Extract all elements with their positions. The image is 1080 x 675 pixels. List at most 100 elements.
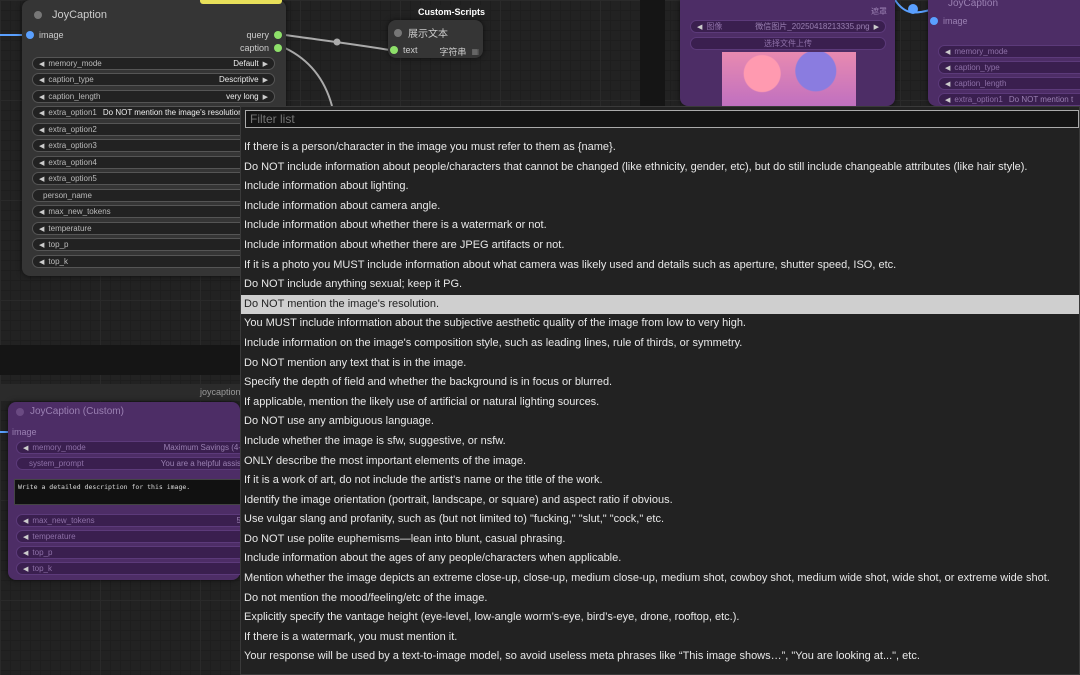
node-header[interactable]: JoyCaption (Custom) [16, 406, 124, 417]
arrow-left-icon[interactable]: ◀ [39, 241, 44, 249]
collapse-dot-icon[interactable] [34, 11, 42, 19]
arrow-left-icon[interactable]: ◀ [39, 142, 44, 150]
option-item[interactable]: Include information about camera angle. [241, 197, 1079, 217]
arrow-left-icon[interactable]: ◀ [23, 444, 28, 452]
query-output-slot[interactable]: query [246, 30, 282, 40]
text-input-slot[interactable]: text [390, 45, 418, 55]
arrow-right-icon[interactable]: ▶ [263, 76, 268, 84]
arrow-right-icon[interactable]: ▶ [874, 23, 879, 31]
max-new-tokens-number[interactable]: ◀ max_new_tokens 5 [16, 514, 248, 527]
option-item[interactable]: If there is a watermark, you must mentio… [241, 628, 1079, 648]
input-dot-icon[interactable] [26, 31, 34, 39]
collapse-dot-icon[interactable] [16, 407, 24, 416]
prompt-textarea[interactable]: Write a detailed description for this im… [14, 479, 248, 505]
temperature-number[interactable]: ◀ temperature [16, 530, 248, 543]
image-input-slot[interactable]: image [12, 427, 37, 437]
arrow-left-icon[interactable]: ◀ [39, 225, 44, 233]
extra-option1-combo[interactable]: ◀ extra_option1 Do NOT mention the image'… [32, 106, 275, 119]
extra-option2-combo[interactable]: ◀ extra_option2 [32, 123, 275, 136]
extra-option5-combo[interactable]: ◀ extra_option5 [32, 172, 275, 185]
arrow-left-icon[interactable]: ◀ [39, 175, 44, 183]
option-item[interactable]: Include whether the image is sfw, sugges… [241, 432, 1079, 452]
arrow-left-icon[interactable]: ◀ [23, 533, 28, 541]
caption-length-combo[interactable]: ◀ caption_length [938, 77, 1080, 90]
person-name-field[interactable]: person_name [32, 189, 275, 202]
option-item[interactable]: Specify the depth of field and whether t… [241, 373, 1079, 393]
arrow-left-icon[interactable]: ◀ [23, 517, 28, 525]
arrow-left-icon[interactable]: ◀ [945, 96, 950, 104]
node-header[interactable]: JoyCaption [22, 0, 286, 30]
string-output-slot[interactable]: 字符串 ▦ [439, 45, 479, 58]
arrow-left-icon[interactable]: ◀ [23, 565, 28, 573]
image-input-slot[interactable]: image [26, 30, 64, 40]
caption-output-slot[interactable]: caption [240, 43, 282, 53]
arrow-left-icon[interactable]: ◀ [945, 80, 950, 88]
arrow-left-icon[interactable]: ◀ [39, 93, 44, 101]
memory-mode-combo[interactable]: ◀ memory_mode [938, 45, 1080, 58]
load-image-node[interactable]: 遮罩 ◀ 图像 微信图片_20250418213335.png ▶ 选择文件上传 [680, 0, 895, 106]
combo-dropdown-menu[interactable]: If there is a person/character in the im… [240, 106, 1080, 675]
filter-list-input[interactable] [245, 110, 1079, 128]
option-item[interactable]: Identify the image orientation (portrait… [241, 491, 1079, 511]
option-item[interactable]: Do not mention the mood/feeling/etc of t… [241, 589, 1079, 609]
extra-option1-combo[interactable]: ◀ extra_option1 Do NOT mention t [938, 93, 1080, 106]
collapse-dot-icon[interactable] [394, 28, 402, 37]
arrow-left-icon[interactable]: ◀ [23, 549, 28, 557]
option-item[interactable]: If there is a person/character in the im… [241, 138, 1079, 158]
upload-button[interactable]: 选择文件上传 [690, 37, 886, 50]
image-file-combo[interactable]: ◀ 图像 微信图片_20250418213335.png ▶ [690, 20, 886, 33]
top-p-number[interactable]: ◀ top_p [16, 546, 248, 559]
memory-mode-combo[interactable]: ◀ memory_mode Default ▶ [32, 57, 275, 70]
node-header[interactable]: 展示文本 [394, 25, 448, 40]
option-item[interactable]: Do NOT include information about people/… [241, 158, 1079, 178]
output-dot-icon[interactable] [274, 31, 282, 39]
option-item[interactable]: Mention whether the image depicts an ext… [241, 569, 1079, 589]
arrow-right-icon[interactable]: ▶ [263, 93, 268, 101]
caption-type-combo[interactable]: ◀ caption_type Descriptive ▶ [32, 73, 275, 86]
option-item[interactable]: Include information about whether there … [241, 236, 1079, 256]
top-k-number[interactable]: ◀ top_k [16, 562, 248, 575]
image-input-slot[interactable]: image [930, 16, 968, 26]
temperature-number[interactable]: ◀temperature 0 [32, 222, 275, 235]
top-k-number[interactable]: ◀ top_k [32, 255, 275, 268]
system-prompt-field[interactable]: system_prompt You are a helpful assis [16, 457, 248, 470]
option-item[interactable]: If it is a photo you MUST include inform… [241, 256, 1079, 276]
arrow-left-icon[interactable]: ◀ [945, 64, 950, 72]
option-item[interactable]: Your response will be used by a text-to-… [241, 647, 1079, 667]
input-dot-icon[interactable] [390, 46, 398, 54]
option-item[interactable]: Include information about lighting. [241, 177, 1079, 197]
arrow-left-icon[interactable]: ◀ [39, 76, 44, 84]
arrow-left-icon[interactable]: ◀ [39, 109, 44, 117]
input-dot-icon[interactable] [930, 17, 938, 25]
option-item[interactable]: If it is a work of art, do not include t… [241, 471, 1079, 491]
option-item[interactable]: Include information on the image's compo… [241, 334, 1079, 354]
max-new-tokens-number[interactable]: ◀ max_new_tokens [32, 205, 275, 218]
option-item[interactable]: If applicable, mention the likely use of… [241, 393, 1079, 413]
option-item[interactable]: Use vulgar slang and profanity, such as … [241, 510, 1079, 530]
arrow-left-icon[interactable]: ◀ [697, 23, 702, 31]
extra-option3-combo[interactable]: ◀ extra_option3 [32, 139, 275, 152]
reroute-dot-icon[interactable] [908, 4, 918, 14]
arrow-left-icon[interactable]: ◀ [39, 258, 44, 266]
option-item[interactable]: Do NOT use polite euphemisms—lean into b… [241, 530, 1079, 550]
option-item[interactable]: Do NOT mention any text that is in the i… [241, 354, 1079, 374]
arrow-left-icon[interactable]: ◀ [945, 48, 950, 56]
arrow-left-icon[interactable]: ◀ [39, 126, 44, 134]
option-item[interactable]: Include information about whether there … [241, 216, 1079, 236]
option-item[interactable]: ONLY describe the most important element… [241, 452, 1079, 472]
arrow-left-icon[interactable]: ◀ [39, 159, 44, 167]
arrow-left-icon[interactable]: ◀ [39, 60, 44, 68]
option-item[interactable]: Do NOT use any ambiguous language. [241, 412, 1079, 432]
top-p-number[interactable]: ◀top_p 0 [32, 238, 275, 251]
memory-mode-combo[interactable]: ◀ memory_mode Maximum Savings (4- [16, 441, 248, 454]
option-item[interactable]: You MUST include information about the s… [241, 314, 1079, 334]
caption-length-combo[interactable]: ◀ caption_length very long ▶ [32, 90, 275, 103]
joycaption-custom-node[interactable]: JoyCaption (Custom) image ◀ memory_mode M… [8, 402, 248, 580]
option-item-selected[interactable]: Do NOT mention the image's resolution. [241, 294, 1079, 315]
joycaption-node-right[interactable]: JoyCaption image ◀ memory_mode ◀ caption_t… [928, 0, 1080, 106]
arrow-left-icon[interactable]: ◀ [39, 208, 44, 216]
caption-type-combo[interactable]: ◀ caption_type [938, 61, 1080, 74]
extra-option4-combo[interactable]: ◀ extra_option4 [32, 156, 275, 169]
show-text-node[interactable]: 展示文本 text 字符串 ▦ [388, 20, 483, 58]
output-dot-icon[interactable] [274, 44, 282, 52]
